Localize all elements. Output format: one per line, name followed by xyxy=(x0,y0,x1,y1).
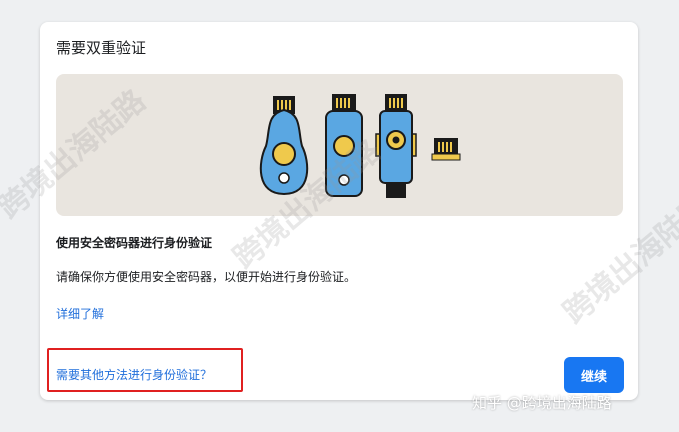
dialog-title: 需要双重验证 xyxy=(56,39,147,57)
security-key-nfc-icon xyxy=(375,94,417,198)
learn-more-link[interactable]: 详细了解 xyxy=(56,305,104,322)
security-key-teardrop-icon xyxy=(259,96,309,196)
security-key-usb-icon xyxy=(325,94,363,197)
two-factor-dialog: 需要双重验证 使用安全密码器进行身份验证 请确保你方便使用安全密码器，以便开始进… xyxy=(40,22,638,400)
security-keys-illustration xyxy=(56,74,623,216)
watermark-credit: 知乎 @跨境出海陆路 xyxy=(472,394,612,412)
security-key-nano-icon xyxy=(431,138,461,161)
continue-button[interactable]: 继续 xyxy=(564,357,624,393)
other-method-link[interactable]: 需要其他方法进行身份验证？ xyxy=(56,366,212,383)
method-description: 请确保你方便使用安全密码器，以便开始进行身份验证。 xyxy=(56,270,357,284)
method-heading: 使用安全密码器进行身份验证 xyxy=(56,236,213,250)
